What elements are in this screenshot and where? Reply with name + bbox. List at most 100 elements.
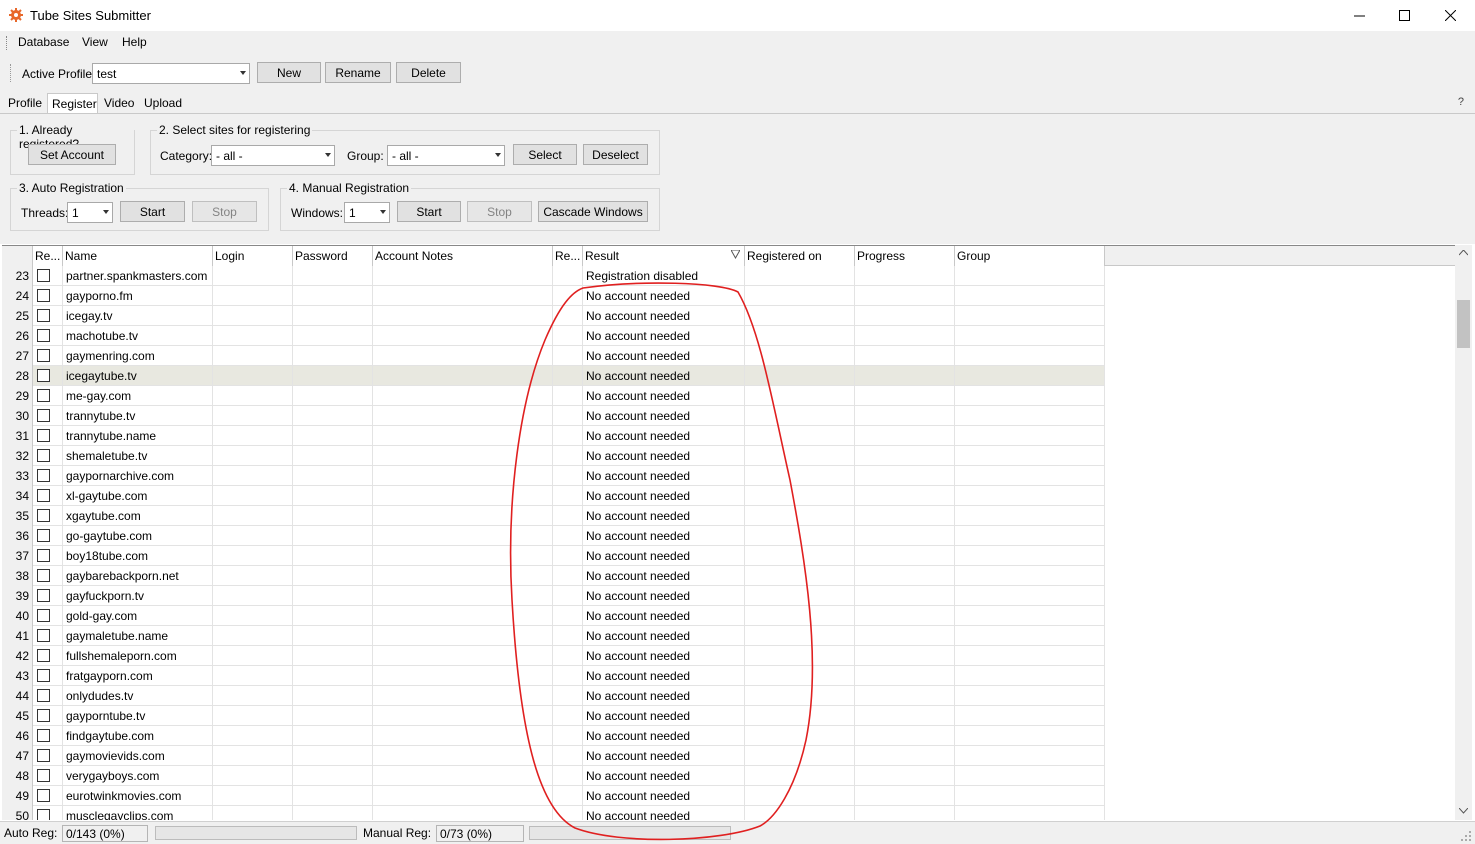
category-select[interactable]: - all - — [211, 145, 335, 166]
table-row[interactable]: 39 gayfuckporn.tv No account needed — [2, 586, 1105, 606]
register-checkbox-cell[interactable] — [33, 786, 63, 806]
header-login[interactable]: Login — [213, 246, 293, 266]
table-row[interactable]: 34 xl-gaytube.com No account needed — [2, 486, 1105, 506]
scroll-thumb[interactable] — [1457, 300, 1470, 348]
cascade-windows-button[interactable]: Cascade Windows — [538, 201, 648, 222]
tab-register[interactable]: Register — [47, 93, 98, 114]
scroll-down-icon[interactable] — [1459, 808, 1468, 814]
tab-profile[interactable]: Profile — [8, 93, 42, 113]
table-row[interactable]: 32 shemaletube.tv No account needed — [2, 446, 1105, 466]
table-row[interactable]: 24 gayporno.fm No account needed — [2, 286, 1105, 306]
header-password[interactable]: Password — [293, 246, 373, 266]
minimize-button[interactable] — [1336, 0, 1382, 30]
register-checkbox[interactable] — [37, 589, 50, 602]
header-register-check[interactable]: Re... — [33, 246, 63, 266]
register-checkbox[interactable] — [37, 429, 50, 442]
register-checkbox-cell[interactable] — [33, 586, 63, 606]
register-checkbox[interactable] — [37, 669, 50, 682]
register-checkbox[interactable] — [37, 469, 50, 482]
new-profile-button[interactable]: New — [257, 62, 321, 83]
register-checkbox-cell[interactable] — [33, 766, 63, 786]
table-row[interactable]: 42 fullshemaleporn.com No account needed — [2, 646, 1105, 666]
register-checkbox-cell[interactable] — [33, 686, 63, 706]
register-checkbox[interactable] — [37, 349, 50, 362]
header-progress[interactable]: Progress — [855, 246, 955, 266]
header-name[interactable]: Name — [63, 246, 213, 266]
register-checkbox[interactable] — [37, 709, 50, 722]
register-checkbox[interactable] — [37, 649, 50, 662]
manual-start-button[interactable]: Start — [397, 201, 461, 222]
register-checkbox[interactable] — [37, 549, 50, 562]
table-row[interactable]: 46 findgaytube.com No account needed — [2, 726, 1105, 746]
table-row[interactable]: 33 gaypornarchive.com No account needed — [2, 466, 1105, 486]
header-registered-on[interactable]: Registered on — [745, 246, 855, 266]
menu-help[interactable]: Help — [122, 35, 147, 49]
register-checkbox-cell[interactable] — [33, 466, 63, 486]
register-checkbox-cell[interactable] — [33, 406, 63, 426]
help-icon[interactable]: ? — [1458, 96, 1464, 108]
active-profile-select[interactable]: test — [92, 63, 250, 84]
register-checkbox[interactable] — [37, 569, 50, 582]
register-checkbox[interactable] — [37, 489, 50, 502]
table-row[interactable]: 30 trannytube.tv No account needed — [2, 406, 1105, 426]
header-result[interactable]: Result — [583, 246, 745, 266]
table-row[interactable]: 36 go-gaytube.com No account needed — [2, 526, 1105, 546]
register-checkbox[interactable] — [37, 369, 50, 382]
register-checkbox[interactable] — [37, 729, 50, 742]
table-row[interactable]: 29 me-gay.com No account needed — [2, 386, 1105, 406]
register-checkbox-cell[interactable] — [33, 606, 63, 626]
table-row[interactable]: 23 partner.spankmasters.com Registration d… — [2, 266, 1105, 286]
register-checkbox-cell[interactable] — [33, 806, 63, 820]
register-checkbox[interactable] — [37, 689, 50, 702]
menu-view[interactable]: View — [82, 35, 108, 49]
table-row[interactable]: 43 fratgayporn.com No account needed — [2, 666, 1105, 686]
table-row[interactable]: 26 machotube.tv No account needed — [2, 326, 1105, 346]
register-checkbox[interactable] — [37, 269, 50, 282]
register-checkbox-cell[interactable] — [33, 746, 63, 766]
tab-upload[interactable]: Upload — [144, 93, 182, 113]
deselect-button[interactable]: Deselect — [583, 144, 648, 165]
windows-select[interactable]: 1 — [344, 202, 390, 223]
auto-start-button[interactable]: Start — [120, 201, 185, 222]
delete-profile-button[interactable]: Delete — [396, 62, 461, 83]
register-checkbox[interactable] — [37, 629, 50, 642]
table-row[interactable]: 45 gayporntube.tv No account needed — [2, 706, 1105, 726]
table-row[interactable]: 50 musclegayclips.com No account needed — [2, 806, 1105, 820]
register-checkbox[interactable] — [37, 509, 50, 522]
register-checkbox-cell[interactable] — [33, 426, 63, 446]
register-checkbox-cell[interactable] — [33, 646, 63, 666]
register-checkbox-cell[interactable] — [33, 386, 63, 406]
table-row[interactable]: 27 gaymenring.com No account needed — [2, 346, 1105, 366]
maximize-button[interactable] — [1381, 0, 1427, 30]
register-checkbox-cell[interactable] — [33, 546, 63, 566]
register-checkbox-cell[interactable] — [33, 566, 63, 586]
register-checkbox-cell[interactable] — [33, 326, 63, 346]
register-checkbox-cell[interactable] — [33, 286, 63, 306]
register-checkbox-cell[interactable] — [33, 366, 63, 386]
register-checkbox[interactable] — [37, 329, 50, 342]
register-checkbox-cell[interactable] — [33, 306, 63, 326]
table-row[interactable]: 28 icegaytube.tv No account needed — [2, 366, 1105, 386]
table-row[interactable]: 44 onlydudes.tv No account needed — [2, 686, 1105, 706]
table-row[interactable]: 49 eurotwinkmovies.com No account needed — [2, 786, 1105, 806]
table-row[interactable]: 37 boy18tube.com No account needed — [2, 546, 1105, 566]
header-group[interactable]: Group — [955, 246, 1105, 266]
header-re[interactable]: Re... — [553, 246, 583, 266]
register-checkbox-cell[interactable] — [33, 526, 63, 546]
tab-video[interactable]: Video — [104, 93, 134, 113]
register-checkbox-cell[interactable] — [33, 706, 63, 726]
table-row[interactable]: 48 verygayboys.com No account needed — [2, 766, 1105, 786]
register-checkbox-cell[interactable] — [33, 666, 63, 686]
table-row[interactable]: 40 gold-gay.com No account needed — [2, 606, 1105, 626]
rename-profile-button[interactable]: Rename — [325, 62, 391, 83]
register-checkbox-cell[interactable] — [33, 726, 63, 746]
header-account-notes[interactable]: Account Notes — [373, 246, 553, 266]
register-checkbox-cell[interactable] — [33, 266, 63, 286]
set-account-button[interactable]: Set Account — [28, 144, 116, 165]
auto-stop-button[interactable]: Stop — [192, 201, 257, 222]
table-row[interactable]: 47 gaymovievids.com No account needed — [2, 746, 1105, 766]
register-checkbox-cell[interactable] — [33, 446, 63, 466]
vertical-scrollbar[interactable] — [1455, 245, 1472, 820]
manual-stop-button[interactable]: Stop — [467, 201, 532, 222]
register-checkbox[interactable] — [37, 409, 50, 422]
